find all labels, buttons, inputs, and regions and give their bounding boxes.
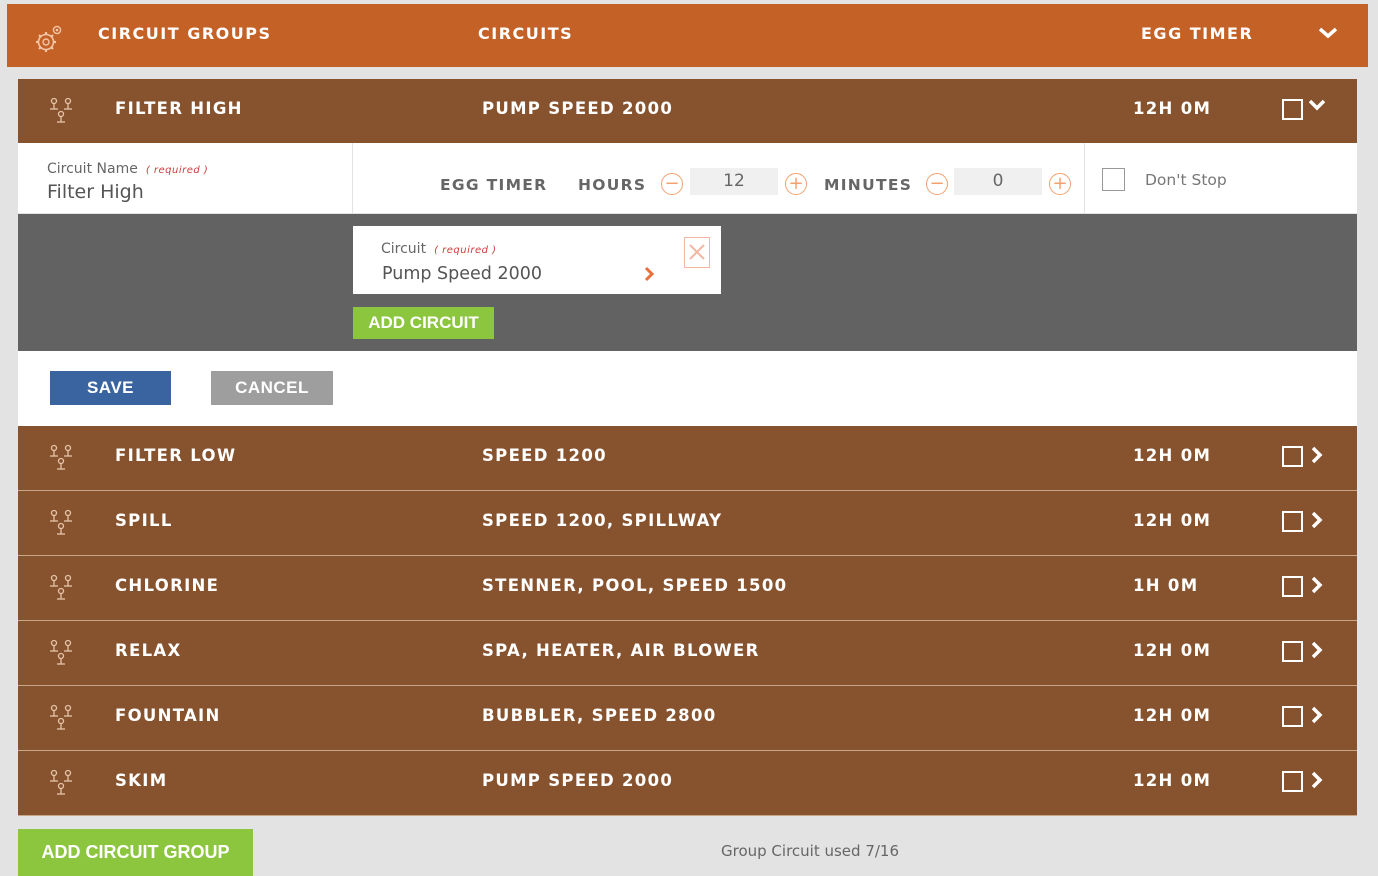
group-row[interactable]: FILTER LOW SPEED 1200 12H 0M [18, 426, 1357, 491]
circuit-group-icon [50, 574, 72, 600]
hours-decrement-button[interactable]: − [661, 173, 683, 195]
add-circuit-button[interactable]: ADD CIRCUIT [353, 307, 494, 339]
group-name: SPILL [115, 511, 173, 530]
hours-input[interactable]: 12 [690, 168, 778, 195]
hours-increment-button[interactable]: + [785, 173, 807, 195]
save-button[interactable]: SAVE [50, 371, 171, 405]
circuit-group-icon [50, 444, 72, 470]
group-select-checkbox[interactable] [1282, 641, 1303, 662]
group-timer: 12H 0M [1133, 446, 1212, 465]
add-circuit-group-button[interactable]: ADD CIRCUIT GROUP [18, 829, 253, 876]
group-timer: 12H 0M [1133, 511, 1212, 530]
circuit-value[interactable]: Pump Speed 2000 [382, 264, 542, 284]
circuit-group-icon [50, 639, 72, 665]
group-name: SKIM [115, 771, 168, 790]
group-circuits: PUMP SPEED 2000 [482, 99, 674, 118]
group-timer: 12H 0M [1133, 771, 1212, 790]
circuit-group-icon [50, 97, 72, 123]
header-egg-timer: EGG TIMER [1141, 24, 1254, 43]
required-tag: ( required ) [145, 165, 209, 176]
header-circuits: CIRCUITS [478, 24, 574, 43]
group-row[interactable]: RELAX SPA, HEATER, AIR BLOWER 12H 0M [18, 621, 1357, 686]
header-circuit-groups: CIRCUIT GROUPS [98, 24, 272, 43]
group-select-checkbox[interactable] [1282, 511, 1303, 532]
group-select-checkbox[interactable] [1282, 771, 1303, 792]
minutes-label: MINUTES [824, 176, 913, 194]
divider [352, 143, 353, 213]
group-row[interactable]: CHLORINE STENNER, POOL, SPEED 1500 1H 0M [18, 556, 1357, 621]
group-name: FILTER HIGH [115, 99, 243, 118]
group-select-checkbox[interactable] [1282, 446, 1303, 467]
close-icon [689, 244, 705, 260]
group-row[interactable]: FOUNTAIN BUBBLER, SPEED 2800 12H 0M [18, 686, 1357, 751]
chevron-right-icon[interactable] [1310, 576, 1324, 594]
group-select-checkbox[interactable] [1282, 99, 1303, 120]
group-row[interactable]: SPILL SPEED 1200, SPILLWAY 12H 0M [18, 491, 1357, 556]
divider [1084, 143, 1085, 213]
group-circuits: BUBBLER, SPEED 2800 [482, 706, 717, 725]
circuit-name-label: Circuit Name [47, 161, 138, 177]
group-name: FOUNTAIN [115, 706, 221, 725]
group-row-expanded[interactable]: FILTER HIGH PUMP SPEED 2000 12H 0M [18, 79, 1357, 143]
circuit-label: Circuit [381, 241, 427, 257]
chevron-right-icon[interactable] [643, 266, 655, 282]
group-name: RELAX [115, 641, 182, 660]
editor-actions: SAVE CANCEL [18, 351, 1357, 426]
circuit-group-icon [50, 704, 72, 730]
egg-timer-label: EGG TIMER [440, 176, 548, 194]
circuit-group-icon [50, 769, 72, 795]
minutes-decrement-button[interactable]: − [926, 173, 948, 195]
chevron-down-icon[interactable] [1308, 97, 1326, 113]
group-name: FILTER LOW [115, 446, 237, 465]
group-row[interactable]: SKIM PUMP SPEED 2000 12H 0M [18, 751, 1357, 816]
chevron-right-icon[interactable] [1310, 446, 1324, 464]
group-select-checkbox[interactable] [1282, 706, 1303, 727]
circuit-groups-panel: CIRCUIT GROUPS CIRCUITS EGG TIMER FILTER… [7, 4, 1368, 876]
circuit-selector[interactable]: Circuit ( required ) Pump Speed 2000 [353, 226, 721, 294]
minutes-input[interactable]: 0 [954, 168, 1042, 195]
group-usage-text: Group Circuit used 7/16 [721, 842, 900, 860]
group-timer: 12H 0M [1133, 99, 1212, 118]
dont-stop-label: Don't Stop [1145, 171, 1227, 189]
group-timer: 1H 0M [1133, 576, 1199, 595]
group-name: CHLORINE [115, 576, 220, 595]
group-circuits: SPEED 1200 [482, 446, 607, 465]
circuit-name-field[interactable]: Circuit Name ( required ) Filter High [47, 158, 208, 203]
chevron-right-icon[interactable] [1310, 641, 1324, 659]
cancel-button[interactable]: CANCEL [211, 371, 333, 405]
hours-label: HOURS [578, 176, 647, 194]
editor-settings-bar: Circuit Name ( required ) Filter High EGG… [18, 143, 1357, 213]
required-tag: ( required ) [434, 245, 497, 256]
group-editor: Circuit Name ( required ) Filter High EGG… [18, 143, 1357, 426]
group-circuits: PUMP SPEED 2000 [482, 771, 674, 790]
group-timer: 12H 0M [1133, 706, 1212, 725]
collapse-all-chevron-icon[interactable] [1317, 24, 1339, 42]
group-select-checkbox[interactable] [1282, 576, 1303, 597]
chevron-right-icon[interactable] [1310, 511, 1324, 529]
minutes-increment-button[interactable]: + [1049, 173, 1071, 195]
gear-icon[interactable] [33, 22, 65, 54]
circuit-list-area: Circuit ( required ) Pump Speed 2000 ADD … [18, 214, 1357, 351]
group-circuits: STENNER, POOL, SPEED 1500 [482, 576, 788, 595]
remove-circuit-button[interactable] [684, 237, 710, 268]
circuit-group-icon [50, 509, 72, 535]
group-circuits: SPA, HEATER, AIR BLOWER [482, 641, 760, 660]
chevron-right-icon[interactable] [1310, 706, 1324, 724]
group-timer: 12H 0M [1133, 641, 1212, 660]
circuit-name-value[interactable]: Filter High [47, 181, 208, 203]
dont-stop-checkbox[interactable] [1102, 168, 1125, 191]
group-circuits: SPEED 1200, SPILLWAY [482, 511, 723, 530]
chevron-right-icon[interactable] [1310, 771, 1324, 789]
table-header: CIRCUIT GROUPS CIRCUITS EGG TIMER [7, 4, 1368, 67]
